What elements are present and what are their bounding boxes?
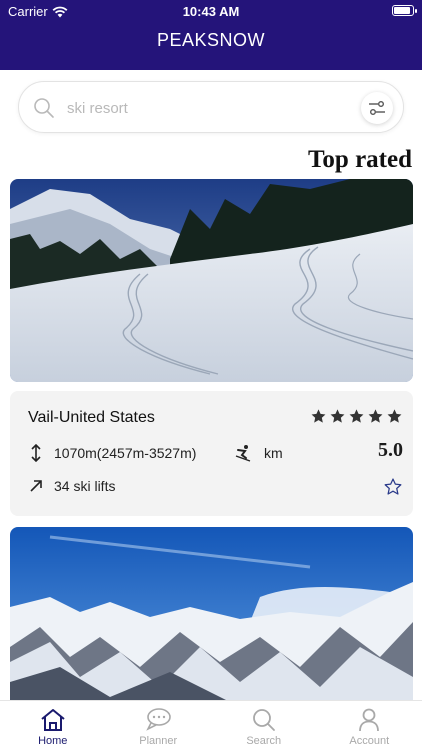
ski-slope-image bbox=[10, 179, 413, 382]
resort-photo[interactable] bbox=[10, 179, 413, 382]
tab-account[interactable]: Account bbox=[317, 701, 422, 750]
favorite-star-icon[interactable] bbox=[383, 477, 403, 497]
sliders-icon bbox=[369, 101, 385, 115]
star-icon bbox=[387, 409, 402, 423]
skier-icon bbox=[235, 445, 251, 462]
arrow-up-right-icon bbox=[30, 480, 42, 492]
status-bar: Carrier 10:43 AM bbox=[0, 0, 422, 22]
account-icon bbox=[359, 708, 380, 732]
star-rating bbox=[310, 408, 403, 425]
tab-label: Search bbox=[246, 735, 282, 747]
tab-home[interactable]: Home bbox=[0, 701, 106, 750]
distance-row: km bbox=[234, 444, 283, 462]
section-title: Top rated bbox=[308, 146, 412, 173]
resort-card[interactable]: Vail-United States 5.0 1070m(2457m-3527m… bbox=[10, 391, 413, 516]
app-header: Carrier 10:43 AM PEAKSNOW bbox=[0, 0, 422, 70]
tab-label: Planner bbox=[139, 735, 178, 747]
star-icon bbox=[311, 409, 326, 423]
altitude-text: 1070m(2457m-3527m) bbox=[54, 445, 197, 461]
status-time: 10:43 AM bbox=[182, 4, 240, 19]
chat-icon bbox=[146, 708, 172, 731]
tab-search[interactable]: Search bbox=[211, 701, 317, 750]
search-icon bbox=[34, 98, 54, 118]
rating-value: 5.0 bbox=[378, 439, 403, 461]
search-input[interactable] bbox=[67, 96, 337, 120]
resort-name: Vail-United States bbox=[28, 409, 155, 426]
star-icon bbox=[349, 409, 364, 423]
resort-photo-2[interactable] bbox=[10, 527, 413, 702]
filter-button[interactable] bbox=[361, 92, 393, 124]
tab-label: Account bbox=[349, 735, 390, 747]
home-icon bbox=[41, 709, 65, 731]
app-title: PEAKSNOW bbox=[156, 30, 266, 50]
tab-label: Home bbox=[38, 735, 68, 747]
star-icon bbox=[330, 409, 345, 423]
distance-text: km bbox=[264, 445, 283, 461]
tab-planner[interactable]: Planner bbox=[106, 701, 212, 750]
mountain-range-image bbox=[10, 527, 413, 702]
battery-level bbox=[394, 7, 411, 14]
star-icon bbox=[368, 409, 383, 423]
altitude-row: 1070m(2457m-3527m) bbox=[28, 444, 196, 462]
lifts-row: 34 ski lifts bbox=[28, 478, 115, 494]
search-bar bbox=[18, 81, 404, 133]
battery-icon bbox=[392, 5, 417, 16]
tab-bar: Home Planner Search Account bbox=[0, 700, 422, 750]
updown-arrow-icon bbox=[31, 444, 41, 462]
search-icon bbox=[252, 709, 275, 731]
lifts-text: 34 ski lifts bbox=[54, 478, 116, 494]
